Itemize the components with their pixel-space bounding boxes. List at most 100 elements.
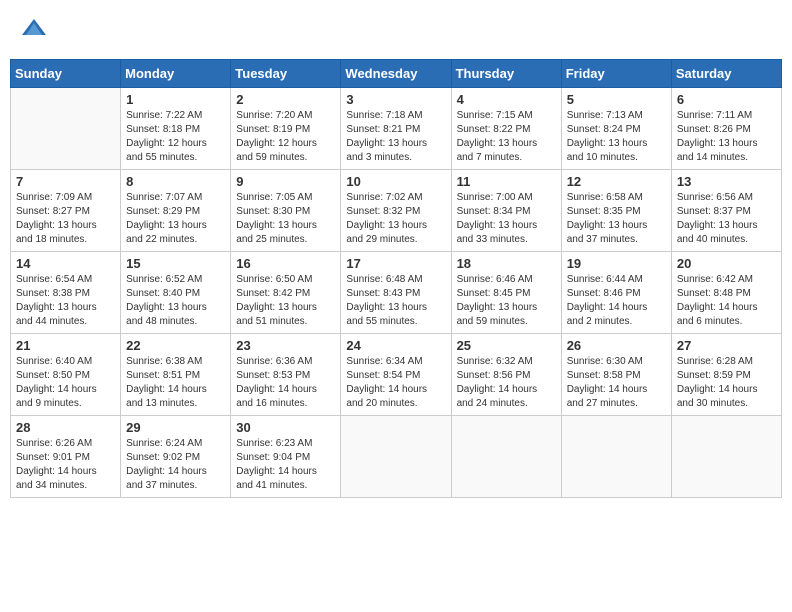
day-info: Sunrise: 6:38 AM Sunset: 8:51 PM Dayligh… <box>126 355 225 411</box>
day-cell: 9 Sunrise: 7:05 AM Sunset: 8:30 PM Daylig… <box>231 170 341 252</box>
day-info: Sunrise: 6:40 AM Sunset: 8:50 PM Dayligh… <box>16 355 115 411</box>
day-info: Sunrise: 7:15 AM Sunset: 8:22 PM Dayligh… <box>457 109 556 165</box>
day-cell: 22 Sunrise: 6:38 AM Sunset: 8:51 PM Dayli… <box>121 334 231 416</box>
day-number: 9 <box>236 174 335 189</box>
day-cell: 30 Sunrise: 6:23 AM Sunset: 9:04 PM Dayli… <box>231 416 341 498</box>
weekday-header-sunday: Sunday <box>11 60 121 88</box>
day-cell: 11 Sunrise: 7:00 AM Sunset: 8:34 PM Dayli… <box>451 170 561 252</box>
day-number: 3 <box>346 92 445 107</box>
day-number: 12 <box>567 174 666 189</box>
page-header <box>10 10 782 49</box>
day-info: Sunrise: 7:05 AM Sunset: 8:30 PM Dayligh… <box>236 191 335 247</box>
day-number: 27 <box>677 338 776 353</box>
logo <box>20 15 46 44</box>
weekday-header-row: SundayMondayTuesdayWednesdayThursdayFrid… <box>11 60 782 88</box>
day-info: Sunrise: 7:07 AM Sunset: 8:29 PM Dayligh… <box>126 191 225 247</box>
day-cell: 23 Sunrise: 6:36 AM Sunset: 8:53 PM Dayli… <box>231 334 341 416</box>
day-number: 25 <box>457 338 556 353</box>
day-number: 11 <box>457 174 556 189</box>
week-row-3: 14 Sunrise: 6:54 AM Sunset: 8:38 PM Dayli… <box>11 252 782 334</box>
day-number: 8 <box>126 174 225 189</box>
day-info: Sunrise: 7:18 AM Sunset: 8:21 PM Dayligh… <box>346 109 445 165</box>
day-info: Sunrise: 7:22 AM Sunset: 8:18 PM Dayligh… <box>126 109 225 165</box>
day-cell <box>561 416 671 498</box>
day-info: Sunrise: 6:54 AM Sunset: 8:38 PM Dayligh… <box>16 273 115 329</box>
day-cell: 3 Sunrise: 7:18 AM Sunset: 8:21 PM Daylig… <box>341 88 451 170</box>
day-cell: 1 Sunrise: 7:22 AM Sunset: 8:18 PM Daylig… <box>121 88 231 170</box>
day-number: 17 <box>346 256 445 271</box>
day-info: Sunrise: 6:44 AM Sunset: 8:46 PM Dayligh… <box>567 273 666 329</box>
day-info: Sunrise: 6:58 AM Sunset: 8:35 PM Dayligh… <box>567 191 666 247</box>
weekday-header-thursday: Thursday <box>451 60 561 88</box>
weekday-header-monday: Monday <box>121 60 231 88</box>
calendar-table: SundayMondayTuesdayWednesdayThursdayFrid… <box>10 59 782 498</box>
day-info: Sunrise: 6:50 AM Sunset: 8:42 PM Dayligh… <box>236 273 335 329</box>
day-cell: 15 Sunrise: 6:52 AM Sunset: 8:40 PM Dayli… <box>121 252 231 334</box>
day-number: 24 <box>346 338 445 353</box>
logo-icon <box>22 15 46 39</box>
day-cell: 21 Sunrise: 6:40 AM Sunset: 8:50 PM Dayli… <box>11 334 121 416</box>
day-info: Sunrise: 6:42 AM Sunset: 8:48 PM Dayligh… <box>677 273 776 329</box>
day-number: 23 <box>236 338 335 353</box>
day-info: Sunrise: 7:13 AM Sunset: 8:24 PM Dayligh… <box>567 109 666 165</box>
day-cell: 8 Sunrise: 7:07 AM Sunset: 8:29 PM Daylig… <box>121 170 231 252</box>
logo-text <box>20 15 46 44</box>
day-cell: 7 Sunrise: 7:09 AM Sunset: 8:27 PM Daylig… <box>11 170 121 252</box>
day-number: 14 <box>16 256 115 271</box>
day-cell: 27 Sunrise: 6:28 AM Sunset: 8:59 PM Dayli… <box>671 334 781 416</box>
day-number: 22 <box>126 338 225 353</box>
day-cell <box>341 416 451 498</box>
day-number: 6 <box>677 92 776 107</box>
day-number: 10 <box>346 174 445 189</box>
day-info: Sunrise: 6:30 AM Sunset: 8:58 PM Dayligh… <box>567 355 666 411</box>
day-number: 1 <box>126 92 225 107</box>
day-number: 7 <box>16 174 115 189</box>
day-cell: 24 Sunrise: 6:34 AM Sunset: 8:54 PM Dayli… <box>341 334 451 416</box>
day-cell: 2 Sunrise: 7:20 AM Sunset: 8:19 PM Daylig… <box>231 88 341 170</box>
day-cell: 12 Sunrise: 6:58 AM Sunset: 8:35 PM Dayli… <box>561 170 671 252</box>
week-row-5: 28Sunrise: 6:26 AM Sunset: 9:01 PM Dayli… <box>11 416 782 498</box>
weekday-header-saturday: Saturday <box>671 60 781 88</box>
day-info: Sunrise: 7:00 AM Sunset: 8:34 PM Dayligh… <box>457 191 556 247</box>
weekday-header-friday: Friday <box>561 60 671 88</box>
day-cell: 17Sunrise: 6:48 AM Sunset: 8:43 PM Dayli… <box>341 252 451 334</box>
day-number: 16 <box>236 256 335 271</box>
day-number: 30 <box>236 420 335 435</box>
day-cell: 28Sunrise: 6:26 AM Sunset: 9:01 PM Dayli… <box>11 416 121 498</box>
day-cell: 25 Sunrise: 6:32 AM Sunset: 8:56 PM Dayli… <box>451 334 561 416</box>
day-cell: 18 Sunrise: 6:46 AM Sunset: 8:45 PM Dayli… <box>451 252 561 334</box>
weekday-header-wednesday: Wednesday <box>341 60 451 88</box>
day-number: 18 <box>457 256 556 271</box>
day-info: Sunrise: 6:46 AM Sunset: 8:45 PM Dayligh… <box>457 273 556 329</box>
day-number: 4 <box>457 92 556 107</box>
day-number: 29 <box>126 420 225 435</box>
day-cell: 10Sunrise: 7:02 AM Sunset: 8:32 PM Dayli… <box>341 170 451 252</box>
day-number: 13 <box>677 174 776 189</box>
day-info: Sunrise: 7:20 AM Sunset: 8:19 PM Dayligh… <box>236 109 335 165</box>
day-cell: 13 Sunrise: 6:56 AM Sunset: 8:37 PM Dayli… <box>671 170 781 252</box>
week-row-4: 21 Sunrise: 6:40 AM Sunset: 8:50 PM Dayli… <box>11 334 782 416</box>
day-cell <box>451 416 561 498</box>
week-row-2: 7 Sunrise: 7:09 AM Sunset: 8:27 PM Daylig… <box>11 170 782 252</box>
day-info: Sunrise: 6:23 AM Sunset: 9:04 PM Dayligh… <box>236 437 335 493</box>
day-info: Sunrise: 6:52 AM Sunset: 8:40 PM Dayligh… <box>126 273 225 329</box>
day-cell: 14 Sunrise: 6:54 AM Sunset: 8:38 PM Dayli… <box>11 252 121 334</box>
day-info: Sunrise: 6:26 AM Sunset: 9:01 PM Dayligh… <box>16 437 115 493</box>
day-info: Sunrise: 7:09 AM Sunset: 8:27 PM Dayligh… <box>16 191 115 247</box>
day-number: 5 <box>567 92 666 107</box>
day-number: 21 <box>16 338 115 353</box>
day-cell: 26 Sunrise: 6:30 AM Sunset: 8:58 PM Dayli… <box>561 334 671 416</box>
day-cell <box>11 88 121 170</box>
day-number: 20 <box>677 256 776 271</box>
day-number: 15 <box>126 256 225 271</box>
day-number: 2 <box>236 92 335 107</box>
day-info: Sunrise: 6:28 AM Sunset: 8:59 PM Dayligh… <box>677 355 776 411</box>
day-cell: 20 Sunrise: 6:42 AM Sunset: 8:48 PM Dayli… <box>671 252 781 334</box>
day-number: 26 <box>567 338 666 353</box>
weekday-header-tuesday: Tuesday <box>231 60 341 88</box>
day-info: Sunrise: 6:56 AM Sunset: 8:37 PM Dayligh… <box>677 191 776 247</box>
day-info: Sunrise: 6:36 AM Sunset: 8:53 PM Dayligh… <box>236 355 335 411</box>
day-number: 19 <box>567 256 666 271</box>
day-info: Sunrise: 6:32 AM Sunset: 8:56 PM Dayligh… <box>457 355 556 411</box>
day-info: Sunrise: 6:34 AM Sunset: 8:54 PM Dayligh… <box>346 355 445 411</box>
